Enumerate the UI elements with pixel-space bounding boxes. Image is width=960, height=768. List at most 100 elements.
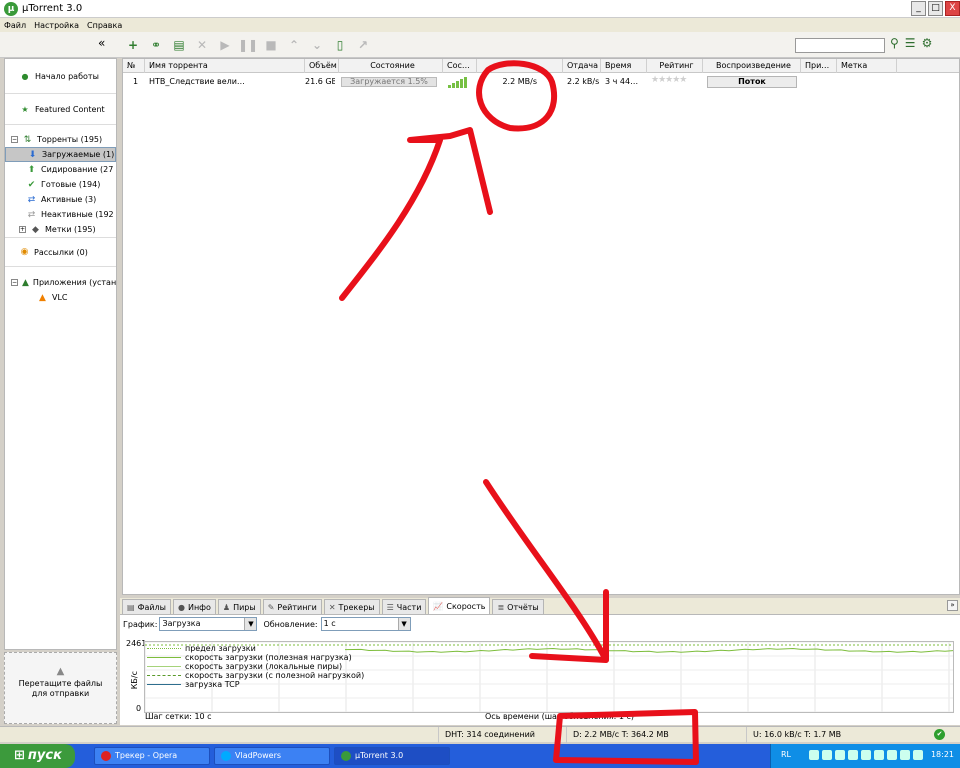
sidebar-item-vlc[interactable]: ▲ VLC — [5, 290, 116, 305]
start-icon[interactable]: ▶ — [216, 37, 234, 53]
status-bar: DHT: 314 соединений D: 2.2 MB/с T: 364.2… — [0, 726, 960, 743]
remove-icon[interactable]: ✕ — [193, 37, 211, 53]
pause-icon[interactable]: ❚❚ — [238, 37, 258, 53]
tab-trackers[interactable]: ✕ Трекеры — [323, 599, 380, 614]
add-url-icon[interactable]: ⚭ — [147, 37, 165, 53]
menu-help[interactable]: Справка — [87, 21, 122, 30]
sidebar-item-label: Рассылки (0) — [34, 247, 88, 257]
sidebar-item-labels[interactable]: + ◆ Метки (195) — [5, 222, 116, 237]
table-row[interactable]: 1 НТВ_Следствие вели… 21.6 GB Загружаетс… — [123, 75, 959, 89]
collapse-icon[interactable]: − — [11, 279, 18, 286]
tray-icon[interactable] — [835, 750, 845, 760]
rating-stars[interactable]: ★★★★★ — [651, 75, 687, 85]
close-button[interactable]: X — [945, 1, 960, 16]
expand-panel-button[interactable]: » — [947, 600, 958, 611]
tab-pieces[interactable]: ☰ Части — [381, 599, 427, 614]
tab-peers[interactable]: ♟ Пиры — [217, 599, 261, 614]
sidebar-item-completed[interactable]: ✔ Готовые (194) — [5, 177, 116, 192]
collapse-icon[interactable]: − — [11, 136, 18, 143]
column-size[interactable]: Объём — [305, 59, 339, 73]
tray-icon[interactable] — [848, 750, 858, 760]
tab-logger[interactable]: ≣ Отчёты — [492, 599, 544, 614]
column-download-speed[interactable] — [477, 59, 563, 73]
collapse-sidebar-button[interactable]: « — [98, 36, 105, 50]
sidebar-item-active[interactable]: ⇄ Активные (3) — [5, 192, 116, 207]
sidebar-item-torrents[interactable]: − ⇅ Торренты (195) — [5, 132, 116, 147]
share-icon[interactable]: ↗ — [354, 37, 372, 53]
info-icon: ● — [177, 602, 185, 612]
sidebar-item-apps[interactable]: − ▲ Приложения (устано — [5, 275, 116, 290]
search-input[interactable] — [795, 38, 885, 53]
minimize-button[interactable]: _ — [911, 1, 926, 16]
tray-icon[interactable] — [822, 750, 832, 760]
tray-icons — [809, 750, 923, 760]
update-select[interactable]: 1 с ▼ — [320, 617, 411, 631]
column-eta[interactable]: Время — [601, 59, 647, 73]
tab-speed[interactable]: 📈 Скорость — [428, 597, 491, 614]
start-label: пуск — [27, 748, 62, 763]
sidebar-item-inactive[interactable]: ⇄ Неактивные (192 — [5, 207, 116, 222]
column-upload-speed[interactable]: Отдача — [563, 59, 601, 73]
tray-icon[interactable] — [913, 750, 923, 760]
maximize-button[interactable]: □ — [928, 1, 943, 16]
column-label[interactable]: Метка — [837, 59, 897, 73]
language-indicator[interactable]: RL — [781, 750, 791, 759]
create-torrent-icon[interactable]: ▤ — [170, 37, 188, 53]
network-ok-icon[interactable]: ✔ — [934, 729, 945, 740]
column-health[interactable]: Сос… — [443, 59, 477, 73]
remote-device-icon[interactable]: ▯ — [331, 37, 349, 53]
column-rating[interactable]: Рейтинг — [647, 59, 703, 73]
column-name[interactable]: Имя торрента — [145, 59, 305, 73]
taskbar-item-opera[interactable]: Трекер - Opera — [94, 747, 210, 765]
menu-settings[interactable]: Настройка — [34, 21, 79, 30]
column-playback[interactable]: Воспроизведение — [703, 59, 801, 73]
chevron-down-icon[interactable]: ▼ — [244, 618, 257, 630]
windows-logo-icon: ⊞ — [14, 748, 25, 763]
column-added[interactable]: При… — [801, 59, 837, 73]
column-status[interactable]: Состояние — [339, 59, 443, 73]
stop-icon[interactable]: ■ — [262, 37, 280, 53]
move-down-icon[interactable]: ⌄ — [308, 37, 326, 53]
chevron-down-icon[interactable]: ▼ — [397, 618, 410, 630]
column-number[interactable]: № — [123, 59, 145, 73]
tab-ratings[interactable]: ✎ Рейтинги — [262, 599, 322, 614]
tab-label: Отчёты — [507, 602, 539, 612]
toolbar: « + ⚭ ▤ ✕ ▶ ❚❚ ■ ⌃ ⌄ ▯ ↗ ⚲ ☰ ⚙ — [0, 32, 960, 58]
search-icon[interactable]: ⚲ — [890, 36, 899, 50]
sidebar-item-featured[interactable]: ★ Featured Content — [5, 95, 116, 125]
taskbar-item-skype[interactable]: VladPowers — [214, 747, 330, 765]
tray-icon[interactable] — [809, 750, 819, 760]
start-button[interactable]: ⊞ пуск — [0, 744, 75, 768]
tab-files[interactable]: ▤ Файлы — [122, 599, 171, 614]
tab-info[interactable]: ● Инфо — [172, 599, 216, 614]
legend-item: скорость загрузки (с полезной нагрузкой) — [147, 671, 364, 680]
stream-button[interactable]: Поток — [707, 76, 797, 88]
menu-file[interactable]: Файл — [4, 21, 26, 30]
tab-label: Трекеры — [338, 602, 375, 612]
vlc-icon: ▲ — [39, 292, 46, 303]
time-axis-label: Ось времени (шаг обновления: 1 с) — [485, 712, 635, 721]
drop-files-area[interactable]: ▲ Перетащите файлы для отправки — [4, 652, 117, 724]
sidebar-item-start[interactable]: ● Начало работы — [5, 59, 116, 94]
torrent-name: НТВ_Следствие вели… — [149, 77, 245, 86]
torrent-size: 21.6 GB — [305, 77, 335, 86]
add-torrent-icon[interactable]: + — [124, 37, 142, 53]
tray-icon[interactable] — [900, 750, 910, 760]
sidebar-item-downloading[interactable]: ⬇ Загружаемые (1) — [5, 147, 116, 162]
skype-icon — [221, 751, 231, 761]
expand-icon[interactable]: + — [19, 226, 26, 233]
active-icon: ⇄ — [27, 194, 36, 205]
sidebar-item-rss[interactable]: ◉ Рассылки (0) — [5, 237, 116, 267]
move-up-icon[interactable]: ⌃ — [285, 37, 303, 53]
taskbar-item-utorrent[interactable]: µTorrent 3.0 — [334, 747, 450, 765]
graph-select[interactable]: Загрузка ▼ — [159, 617, 258, 631]
sidebar-item-seeding[interactable]: ⬆ Сидирование (27 — [5, 162, 116, 177]
logger-icon: ≣ — [497, 602, 505, 612]
tray-icon[interactable] — [874, 750, 884, 760]
tray-icon[interactable] — [887, 750, 897, 760]
list-view-icon[interactable]: ☰ — [905, 36, 916, 50]
gear-icon[interactable]: ⚙ — [922, 36, 933, 50]
tab-label: Рейтинги — [277, 602, 317, 612]
tray-icon[interactable] — [861, 750, 871, 760]
files-icon: ▤ — [127, 602, 135, 612]
